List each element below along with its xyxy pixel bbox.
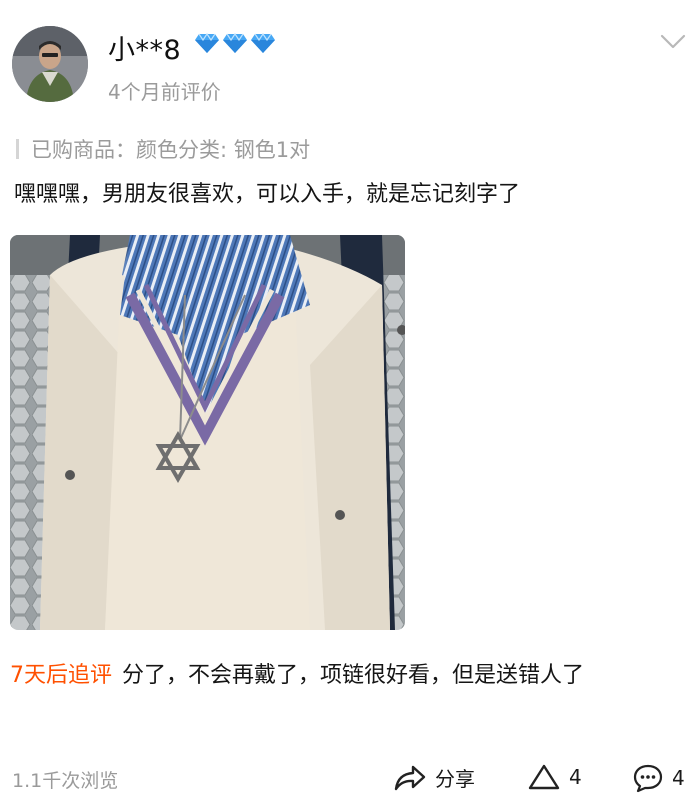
review-text: 嘿嘿嘿，男朋友很喜欢，可以入手，就是忘记刻字了: [14, 182, 521, 207]
comment-button[interactable]: 4: [632, 763, 685, 793]
review-time: 4个月前评价: [108, 80, 221, 104]
thumb-up-icon: [528, 764, 560, 790]
purchased-item: 已购商品：颜色分类: 钢色1对: [16, 134, 310, 164]
like-button[interactable]: 4: [527, 763, 582, 791]
followup-tag: 7天后追评: [10, 663, 112, 688]
photo-image: [10, 235, 405, 630]
diamond-icon: [251, 32, 275, 53]
share-icon: [394, 765, 426, 790]
comment-count: 4: [672, 766, 685, 790]
avatar-photo: [12, 26, 88, 102]
purchased-item-text: 已购商品：颜色分类: 钢色1对: [31, 138, 311, 162]
expand-button[interactable]: [660, 34, 686, 54]
username[interactable]: 小**8: [108, 28, 181, 67]
diamond-icon: [195, 32, 219, 53]
share-button[interactable]: 分享: [393, 763, 475, 792]
divider: [16, 139, 19, 159]
like-count: 4: [569, 765, 582, 789]
review-photo[interactable]: [10, 235, 405, 630]
followup-review: 7天后追评 分了，不会再戴了，项链很好看，但是送错人了: [10, 658, 686, 694]
diamond-icon: [223, 32, 247, 53]
chevron-down-icon: [660, 34, 686, 49]
comment-icon: [633, 764, 663, 793]
view-count: 1.1千次浏览: [12, 770, 119, 792]
avatar[interactable]: [12, 26, 88, 102]
followup-text: 分了，不会再戴了，项链很好看，但是送错人了: [122, 663, 585, 688]
share-label: 分享: [435, 767, 475, 791]
member-badges: [194, 32, 276, 54]
